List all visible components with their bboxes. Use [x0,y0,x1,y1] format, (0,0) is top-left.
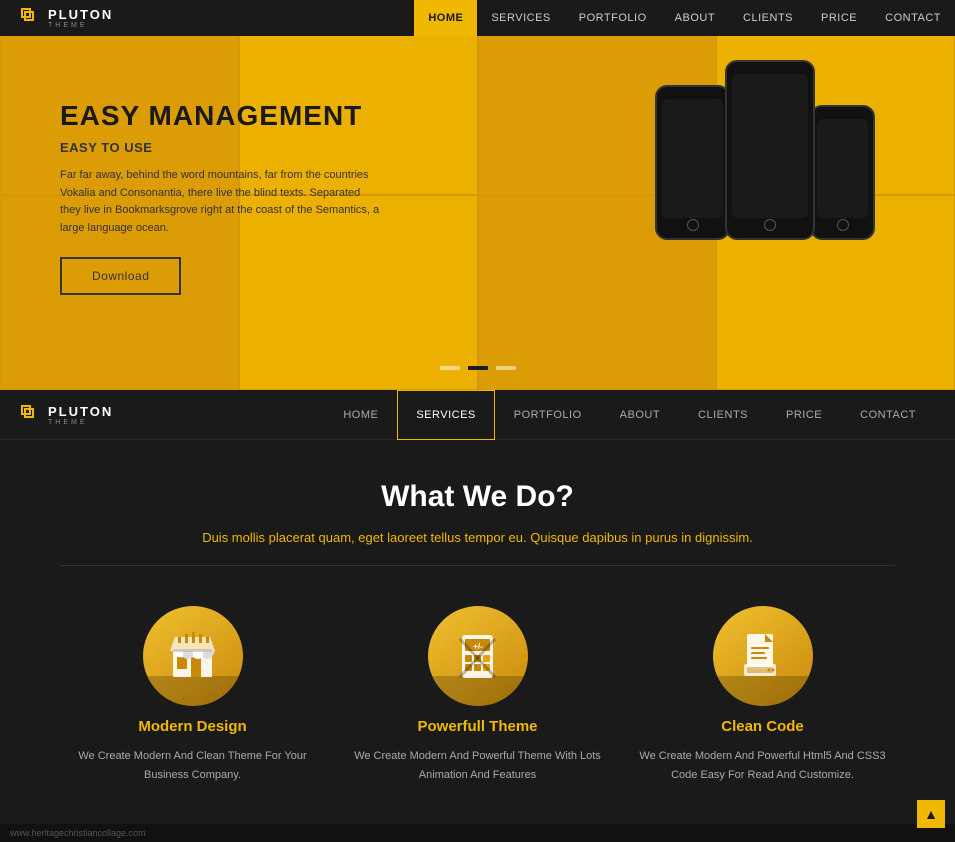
nav-price[interactable]: PRICE [807,0,871,36]
services-divider [60,565,895,566]
snav-portfolio[interactable]: PORTFOLIO [495,390,601,440]
nav-services[interactable]: SERVICES [477,0,564,36]
snav-price[interactable]: PRICE [767,390,841,440]
slider-dot-1[interactable] [440,366,460,370]
hero-title: EASY MANAGEMENT [60,100,380,132]
nav-clients[interactable]: CLIENTS [729,0,807,36]
top-navbar: PLUTON THEME HOME SERVICES PORTFOLIO ABO… [0,0,955,36]
service-card-clean-code: Clean Code We Create Modern And Powerful… [633,606,893,784]
slider-dot-2[interactable] [468,366,488,370]
svg-text:+/-: +/- [473,642,483,651]
services-section: PLUTON THEME HOME SERVICES PORTFOLIO ABO… [0,390,955,824]
download-button[interactable]: Download [60,257,181,295]
snav-about[interactable]: ABOUT [601,390,679,440]
modern-design-title: Modern Design [138,718,246,735]
services-subtitle: Duis mollis placerat quam, eget laoreet … [60,530,895,545]
clean-code-text: We Create Modern And Powerful Html5 And … [633,747,893,784]
hero-content: EASY MANAGEMENT EASY TO USE Far far away… [60,100,380,295]
hero-subtitle: EASY TO USE [60,140,380,155]
nav-contact[interactable]: CONTACT [871,0,955,36]
nav-home[interactable]: HOME [414,0,477,36]
snav-clients[interactable]: CLIENTS [679,390,767,440]
powerful-theme-title: Powerfull Theme [417,718,537,735]
service-card-powerful-theme: +/- Powerfull Theme We Create Modern And… [348,606,608,784]
top-logo: PLUTON THEME [0,7,414,29]
phone-mockup [655,60,875,240]
snav-contact[interactable]: CONTACT [841,390,935,440]
service-card-modern-design: Modern Design We Create Modern And Clean… [63,606,323,784]
phone-right [810,105,875,240]
calculator-icon: +/- [450,629,505,684]
services-cards: Modern Design We Create Modern And Clean… [60,606,895,784]
top-nav-links: HOME SERVICES PORTFOLIO ABOUT CLIENTS PR… [414,0,955,36]
services-logo-icon [20,404,42,426]
services-logo: PLUTON THEME [20,404,324,426]
services-body: What We Do? Duis mollis placerat quam, e… [0,440,955,824]
services-navbar: PLUTON THEME HOME SERVICES PORTFOLIO ABO… [0,390,955,440]
powerful-theme-text: We Create Modern And Powerful Theme With… [348,747,608,784]
snav-home[interactable]: HOME [324,390,397,440]
nav-about[interactable]: ABOUT [661,0,729,36]
modern-design-text: We Create Modern And Clean Theme For You… [63,747,323,784]
clean-code-icon-circle [713,606,813,706]
logo-sub: THEME [48,22,113,29]
clean-code-title: Clean Code [721,718,804,735]
modern-design-icon-circle [143,606,243,706]
pluton-logo-icon [20,7,42,29]
phone-left [655,85,730,240]
services-title: What We Do? [60,480,895,514]
footer-watermark: www.heritagechristiancollage.com [0,824,955,842]
snav-services[interactable]: SERVICES [397,390,494,440]
services-logo-name: PLUTON [48,404,113,419]
services-logo-sub: THEME [48,419,113,426]
phone-center [725,60,815,240]
document-icon [735,629,790,684]
hero-body-text: Far far away, behind the word mountains,… [60,167,380,237]
scroll-top-button[interactable]: ▲ [917,800,945,828]
hero-section: PLUTON THEME HOME SERVICES PORTFOLIO ABO… [0,0,955,390]
services-nav-links: HOME SERVICES PORTFOLIO ABOUT CLIENTS PR… [324,390,935,440]
nav-portfolio[interactable]: PORTFOLIO [565,0,661,36]
logo-name: PLUTON [48,7,113,22]
store-icon [165,629,220,684]
slider-dot-3[interactable] [496,366,516,370]
slider-dots [440,366,516,370]
powerful-theme-icon-circle: +/- [428,606,528,706]
